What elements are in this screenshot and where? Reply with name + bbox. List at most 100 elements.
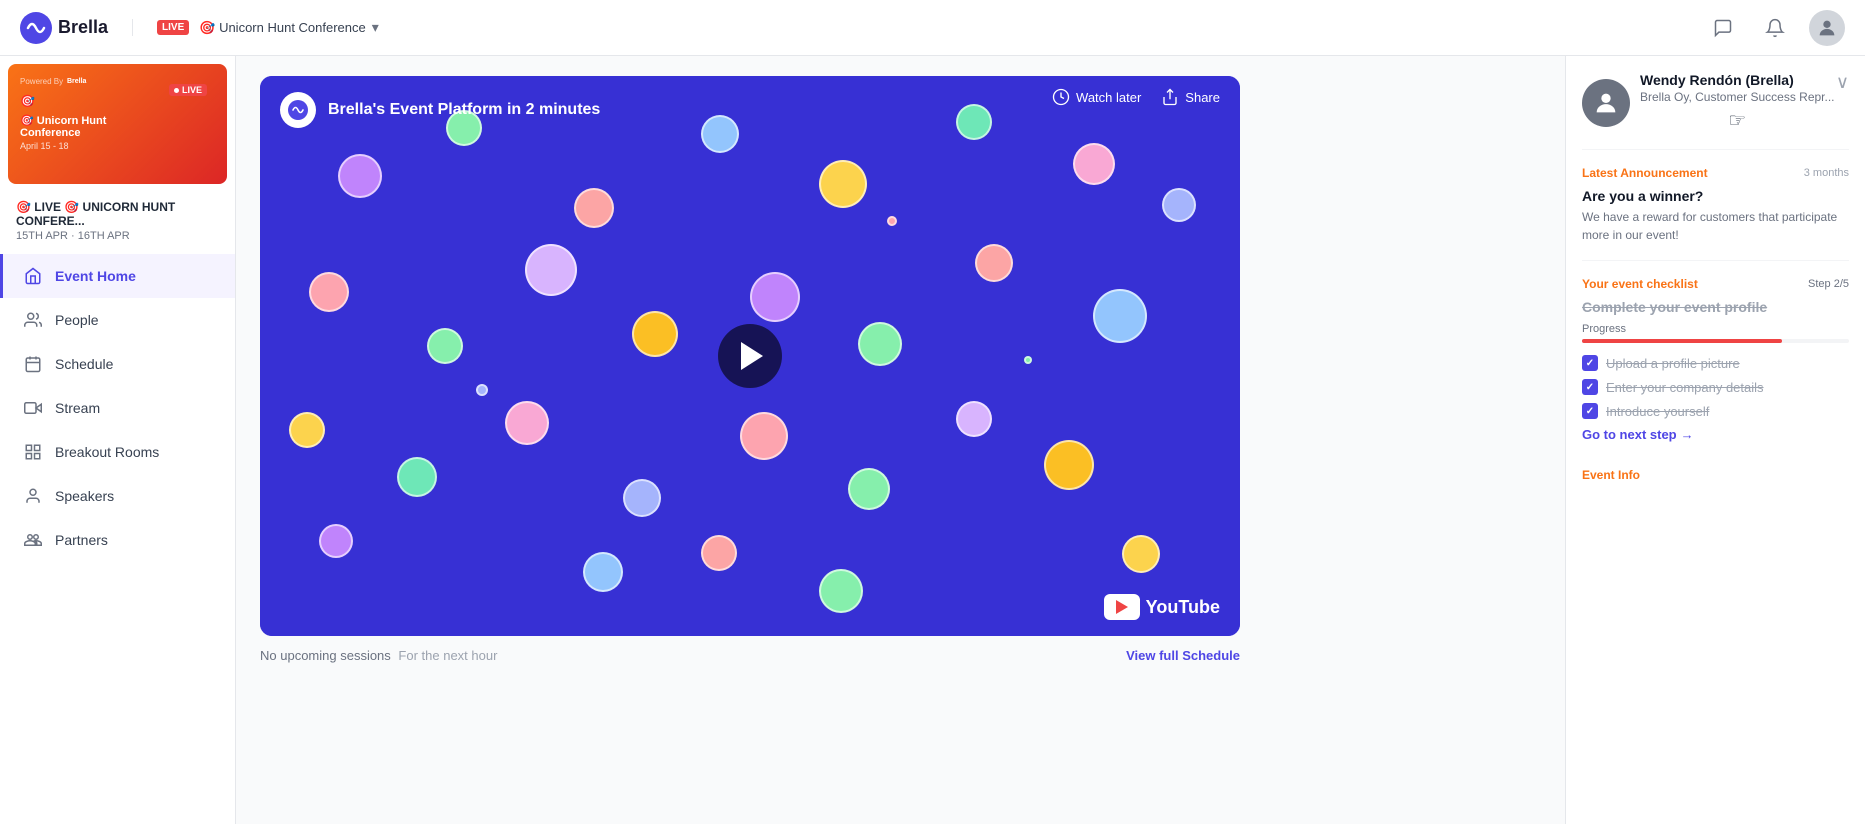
sidebar-event-info: 🎯 LIVE 🎯 UNICORN HUNT CONFERE... 15TH AP… [0,192,235,246]
sidebar-event-card[interactable]: Powered By Brella 🎯 LIVE 🎯 Unicorn HuntC… [8,64,227,184]
progress-label: Progress [1582,323,1849,335]
live-badge-nav: LIVE [157,20,189,35]
announcement-body: We have a reward for customers that part… [1582,208,1849,244]
top-nav: Brella LIVE 🎯 Unicorn Hunt Conference ▾ [0,0,1865,56]
sidebar-item-label-speakers: Speakers [55,488,114,504]
user-avatar[interactable] [1809,10,1845,46]
video-brella-logo [280,92,316,128]
sidebar-item-schedule[interactable]: Schedule [0,342,235,386]
progress-bar-background [1582,339,1849,343]
watch-later-button[interactable]: Watch later [1052,88,1141,106]
announcement-header: Latest Announcement 3 months [1582,166,1849,180]
brella-logo[interactable]: Brella [20,12,108,44]
go-next-arrow-icon: → [1681,427,1694,442]
checklist-item-text-1: Enter your company details [1606,380,1764,395]
sidebar-item-stream[interactable]: Stream [0,386,235,430]
announcement-title: Are you a winner? [1582,188,1849,204]
checkbox-upload-picture: ✓ [1582,355,1598,371]
bottom-bar: No upcoming sessions For the next hour V… [260,636,1240,663]
sidebar-item-label-people: People [55,312,99,328]
chat-icon-button[interactable] [1705,10,1741,46]
profile-card: Wendy Rendón (Brella) Brella Oy, Custome… [1582,72,1849,150]
main-layout: Powered By Brella 🎯 LIVE 🎯 Unicorn HuntC… [0,56,1865,824]
profile-info: Wendy Rendón (Brella) Brella Oy, Custome… [1640,72,1835,133]
sidebar-item-label-schedule: Schedule [55,356,113,372]
event-card-dates: April 15 - 18 [20,141,215,151]
bell-icon-button[interactable] [1757,10,1793,46]
profile-avatar[interactable] [1582,79,1630,127]
profile-name: Wendy Rendón (Brella) [1640,72,1835,88]
check-icon: ✓ [1586,382,1594,393]
view-full-schedule-button[interactable]: View full Schedule [1126,648,1240,663]
checklist-header: Your event checklist Step 2/5 [1582,277,1849,291]
event-card-live-badge: LIVE [169,84,207,96]
profile-left: Wendy Rendón (Brella) Brella Oy, Custome… [1582,72,1835,133]
checklist-item-0: ✓ Upload a profile picture [1582,355,1849,371]
progress-bar-fill [1582,339,1782,343]
nav-right [1705,10,1845,46]
sidebar-item-label-event-home: Event Home [55,268,136,284]
watch-later-label: Watch later [1076,90,1141,105]
check-icon: ✓ [1586,406,1594,417]
calendar-icon [23,354,43,374]
sidebar-item-label-stream: Stream [55,400,100,416]
sidebar-event-name: 🎯 LIVE 🎯 UNICORN HUNT CONFERE... [16,200,219,228]
cursor-hand-icon: ☞ [1640,108,1835,133]
profile-role: Brella Oy, Customer Success Repr... [1640,90,1835,104]
video-background: Brella's Event Platform in 2 minutes Wat… [260,76,1240,636]
sidebar-item-partners[interactable]: Partners [0,518,235,562]
play-button[interactable] [718,324,782,388]
checklist-item-text-2: Introduce yourself [1606,404,1709,419]
stream-icon [23,398,43,418]
sidebar-item-event-home[interactable]: Event Home [0,254,235,298]
svg-text:Brella: Brella [67,78,87,85]
breakout-icon [23,442,43,462]
sidebar-item-speakers[interactable]: Speakers [0,474,235,518]
check-icon: ✓ [1586,358,1594,369]
profile-expand-button[interactable]: ∨ [1836,72,1849,93]
nav-left: Brella LIVE 🎯 Unicorn Hunt Conference ▾ [20,12,379,44]
video-header: Brella's Event Platform in 2 minutes [260,76,1240,144]
home-icon [23,266,43,286]
sidebar-navigation: Event Home People Schedule [0,246,235,570]
video-controls: Watch later Share [1052,88,1220,106]
sidebar-item-breakout-rooms[interactable]: Breakout Rooms [0,430,235,474]
sidebar: Powered By Brella 🎯 LIVE 🎯 Unicorn HuntC… [0,56,236,824]
checklist-label: Your event checklist [1582,277,1698,291]
event-title-nav[interactable]: LIVE 🎯 Unicorn Hunt Conference ▾ [132,19,379,36]
no-sessions-text: No upcoming sessions For the next hour [260,648,497,663]
partners-icon [23,530,43,550]
main-content: Brella's Event Platform in 2 minutes Wat… [236,56,1565,824]
sidebar-item-people[interactable]: People [0,298,235,342]
sidebar-event-dates: 15TH APR · 16TH APR [16,230,219,242]
sidebar-item-label-breakout-rooms: Breakout Rooms [55,444,159,460]
brella-logo-text: Brella [58,17,108,38]
event-name-nav: 🎯 Unicorn Hunt Conference [199,20,366,36]
go-to-next-step-button[interactable]: Go to next step → [1582,427,1694,442]
checklist-item-text-0: Upload a profile picture [1606,356,1740,371]
play-triangle-icon [741,342,763,370]
right-panel: Wendy Rendón (Brella) Brella Oy, Custome… [1565,56,1865,824]
video-container: Brella's Event Platform in 2 minutes Wat… [260,76,1240,636]
youtube-play-icon [1116,600,1128,614]
announcement-time: 3 months [1804,167,1849,179]
chevron-down-icon: ▾ [372,19,379,36]
event-info-label: Event Info [1582,468,1640,482]
sidebar-item-label-partners: Partners [55,532,108,548]
youtube-icon [1104,594,1140,620]
share-label: Share [1185,90,1220,105]
checklist-title: Complete your event profile [1582,299,1849,315]
speakers-icon [23,486,43,506]
checkbox-introduce-yourself: ✓ [1582,403,1598,419]
go-next-label: Go to next step [1582,427,1677,442]
youtube-watermark: YouTube [1104,594,1220,620]
youtube-text: YouTube [1146,597,1220,618]
share-button[interactable]: Share [1161,88,1220,106]
checklist-item-1: ✓ Enter your company details [1582,379,1849,395]
people-icon [23,310,43,330]
announcement-section: Latest Announcement 3 months Are you a w… [1582,166,1849,261]
checkbox-company-details: ✓ [1582,379,1598,395]
checklist-section: Your event checklist Step 2/5 Complete y… [1582,277,1849,442]
event-info-section: Event Info [1582,458,1849,484]
checklist-item-2: ✓ Introduce yourself [1582,403,1849,419]
